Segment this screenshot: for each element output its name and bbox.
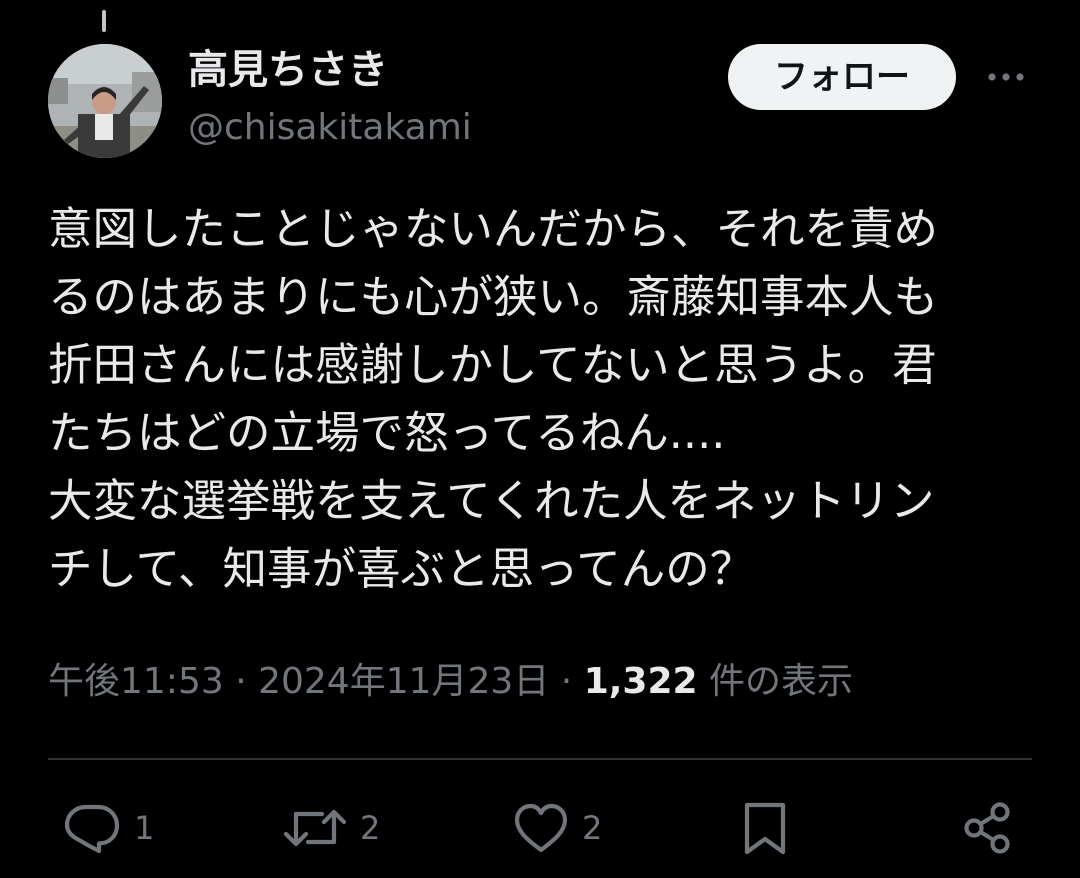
share-button[interactable]	[960, 798, 1016, 858]
tweet-date[interactable]: 2024年11月23日	[258, 661, 549, 702]
tweet-text-line: るのはあまりにも心が狭い。斎藤知事本人も	[48, 272, 939, 323]
thread-connector-line	[102, 10, 106, 32]
repost-button[interactable]: 2	[282, 798, 380, 858]
divider	[48, 758, 1032, 760]
author-display-name[interactable]: 高見ちさき	[188, 44, 388, 96]
tweet-text-line: チして、知事が喜ぶと思ってんの？	[48, 544, 755, 595]
more-horizontal-icon[interactable]	[984, 60, 1028, 94]
author-handle[interactable]: @chisakitakami	[188, 104, 472, 152]
repost-arrows-icon	[283, 809, 347, 847]
tweet-text-line: たちはどの立場で怒ってるねん....	[48, 408, 726, 459]
reply-bubble-icon	[64, 804, 120, 854]
heart-icon	[514, 803, 568, 853]
meta-separator: ·	[223, 661, 259, 702]
like-button[interactable]: 2	[512, 798, 602, 858]
tweet-text: 意図したことじゃないんだから、それを責め るのはあまりにも心が狭い。斎藤知事本人…	[48, 196, 1023, 604]
follow-button[interactable]: フォロー	[728, 44, 956, 110]
bookmark-button[interactable]	[740, 798, 790, 858]
avatar[interactable]	[48, 44, 162, 158]
tweet-meta: 午後11:53 · 2024年11月23日 · 1,322 件の表示	[48, 656, 853, 708]
bookmark-icon	[744, 802, 786, 855]
meta-separator: ·	[549, 661, 584, 702]
tweet-text-line: 意図したことじゃないんだから、それを責め	[48, 204, 939, 255]
views-count: 1,322	[583, 661, 698, 702]
views-label: 件の表示	[697, 661, 854, 702]
reply-button[interactable]: 1	[62, 798, 154, 858]
like-count: 2	[582, 809, 603, 847]
repost-count: 2	[360, 809, 381, 847]
reply-count: 1	[134, 809, 155, 847]
avatar-photo	[48, 44, 162, 158]
share-nodes-icon	[964, 802, 1010, 854]
tweet-text-line: 大変な選挙戦を支えてくれた人をネットリン	[48, 476, 935, 527]
tweet-text-line: 折田さんには感謝しかしてないと思うよ。君	[48, 340, 937, 391]
tweet-time[interactable]: 午後11:53	[48, 661, 224, 702]
